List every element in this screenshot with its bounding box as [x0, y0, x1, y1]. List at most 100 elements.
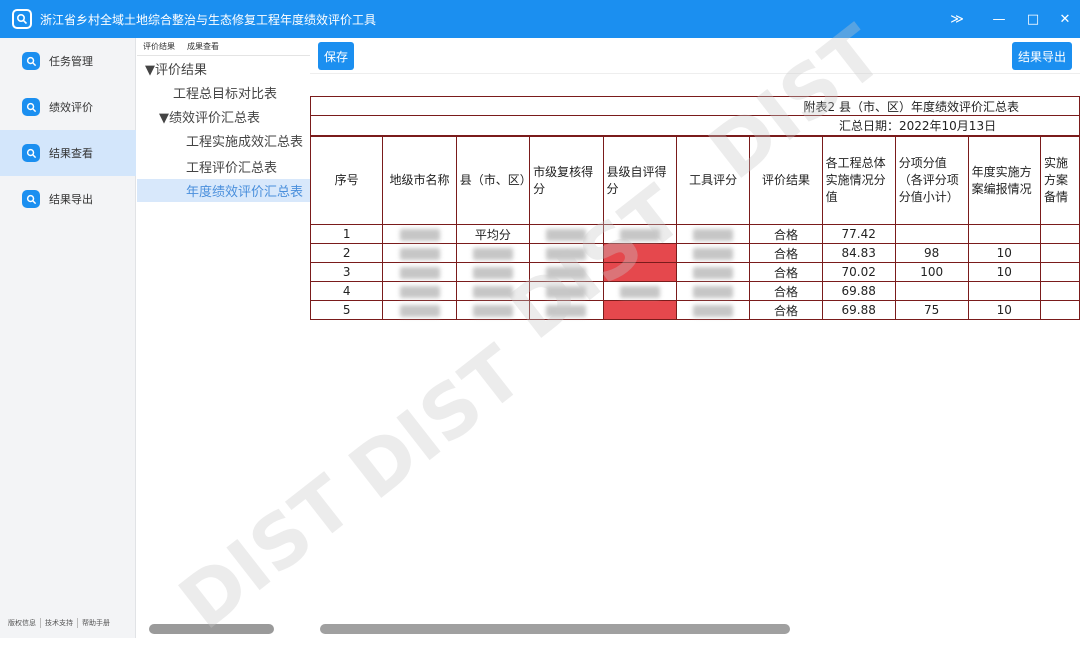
- cell-filing: [1039, 281, 1080, 301]
- tree-panel: 评价结果 成果查看 ▼评价结果 工程总目标对比表 ▼绩效评价汇总表 工程实施成效…: [137, 38, 310, 638]
- tree-node-evaluation-summary[interactable]: 工程评价汇总表: [137, 155, 310, 178]
- cell-city-score: [529, 262, 604, 282]
- help-manual-link[interactable]: 帮助手册: [78, 618, 114, 628]
- cell-self-score: [602, 243, 677, 263]
- copyright-link[interactable]: 版权信息: [4, 618, 41, 628]
- close-button[interactable]: ✕: [1048, 0, 1080, 38]
- nav-label: 任务管理: [49, 55, 93, 68]
- table-row[interactable]: 1 平均分 合格 77.42: [309, 224, 1080, 244]
- cell-city: [382, 300, 457, 320]
- cell-subitem: [894, 224, 969, 244]
- tree-scrollbar[interactable]: [149, 624, 274, 634]
- cell-county: [455, 243, 531, 263]
- cell-result: 合格: [749, 262, 823, 282]
- tree-node-target-comparison[interactable]: 工程总目标对比表: [137, 81, 310, 104]
- window-title: 浙江省乡村全域土地综合整治与生态修复工程年度绩效评价工具: [40, 12, 377, 27]
- table-row[interactable]: 5 合格 69.88 75 10: [309, 300, 1080, 320]
- cell-self-score: [602, 281, 677, 301]
- cell-city: [382, 281, 457, 301]
- cell-tool-score: [675, 262, 751, 282]
- tree-tabs: 评价结果 成果查看: [137, 38, 310, 56]
- collapse-icon[interactable]: ≫: [940, 0, 974, 38]
- cell-filing: [1039, 262, 1080, 282]
- nav-item-result-view[interactable]: 结果查看: [0, 130, 136, 176]
- cell-city: [382, 243, 457, 263]
- tree-node-annual-summary[interactable]: 年度绩效评价汇总表: [137, 179, 310, 202]
- title-bar: 浙江省乡村全域土地综合整治与生态修复工程年度绩效评价工具 ≫ — □ ✕: [0, 0, 1080, 38]
- tech-support-link[interactable]: 技术支持: [41, 618, 78, 628]
- cell-result: 合格: [749, 243, 823, 263]
- cell-plan: [967, 281, 1041, 301]
- cell-overall: 69.88: [821, 281, 896, 301]
- cell-subitem: 75: [894, 300, 969, 320]
- cell-tool-score: [675, 224, 751, 244]
- app-logo-icon: [12, 9, 32, 29]
- header-county: 县（市、区）: [455, 136, 532, 225]
- cell-city: [382, 224, 457, 244]
- footer-links: 版权信息 技术支持 帮助手册: [4, 618, 114, 628]
- cell-city-score: [529, 281, 604, 301]
- tree-node-implementation-summary[interactable]: 工程实施成效汇总表: [137, 129, 310, 152]
- cell-tool-score: [675, 281, 751, 301]
- cell-county: [455, 281, 531, 301]
- header-subitem-score: 分项分值（各评分项分值小计）: [894, 136, 969, 225]
- cell-subitem: [894, 281, 969, 301]
- header-overall-score: 各工程总体实施情况分值: [821, 136, 896, 225]
- cell-index: 5: [309, 300, 384, 320]
- report-date: 汇总日期：2022年10月13日: [310, 116, 1080, 136]
- nav-item-result-export[interactable]: 结果导出: [0, 176, 136, 222]
- cell-self-score: [602, 224, 677, 244]
- header-index: 序号: [309, 136, 384, 225]
- toolbar: 保存 结果导出: [310, 38, 1080, 74]
- nav-label: 结果导出: [49, 193, 93, 206]
- cell-plan: 10: [967, 243, 1041, 263]
- tree-node-performance-summary[interactable]: ▼绩效评价汇总表: [137, 105, 310, 128]
- save-button[interactable]: 保存: [318, 42, 354, 70]
- left-navigation: 任务管理 绩效评价 结果查看 结果导出 版权信息 技术支持 帮助手册: [0, 38, 136, 638]
- tab-outcome-view[interactable]: 成果查看: [187, 41, 219, 52]
- cell-plan: 10: [967, 300, 1041, 320]
- nav-item-performance-evaluation[interactable]: 绩效评价: [0, 84, 136, 130]
- cell-overall: 84.83: [821, 243, 896, 263]
- table-row[interactable]: 3 合格 70.02 100 10: [309, 262, 1080, 282]
- cell-county: [455, 262, 531, 282]
- table-row[interactable]: 4 合格 69.88: [309, 281, 1080, 301]
- cell-index: 1: [309, 224, 384, 244]
- header-city: 地级市名称: [382, 136, 457, 225]
- table-row[interactable]: 2 合格 84.83 98 10: [309, 243, 1080, 263]
- cell-city-score: [529, 243, 604, 263]
- report-title: 附表2 县（市、区）年度绩效评价汇总表: [310, 96, 1080, 116]
- cell-self-score: [602, 300, 677, 320]
- main-scrollbar[interactable]: [320, 624, 790, 634]
- cell-index: 3: [309, 262, 384, 282]
- cell-city: [382, 262, 457, 282]
- search-icon: [22, 144, 40, 162]
- header-result: 评价结果: [749, 136, 823, 225]
- report-sheet: 附表2 县（市、区）年度绩效评价汇总表 汇总日期：2022年10月13日 序号 …: [309, 96, 1080, 320]
- cell-overall: 70.02: [821, 262, 896, 282]
- header-tool-score: 工具评分: [675, 136, 751, 225]
- cell-subitem: 98: [894, 243, 969, 263]
- cell-tool-score: [675, 243, 751, 263]
- cell-county: 平均分: [455, 224, 531, 244]
- nav-label: 绩效评价: [49, 101, 93, 114]
- minimize-button[interactable]: —: [982, 0, 1016, 38]
- cell-overall: 69.88: [821, 300, 896, 320]
- cell-self-score: [602, 262, 677, 282]
- maximize-button[interactable]: □: [1016, 0, 1050, 38]
- header-plan-filing: 实施方案备情: [1039, 136, 1080, 225]
- cell-subitem: 100: [894, 262, 969, 282]
- report-table: 序号 地级市名称 县（市、区） 市级复核得分 县级自评得分 工具评分 评价结果 …: [309, 136, 1080, 320]
- tab-evaluation-results[interactable]: 评价结果: [143, 41, 175, 52]
- cell-filing: [1039, 224, 1080, 244]
- nav-item-task-management[interactable]: 任务管理: [0, 38, 136, 84]
- cell-city-score: [529, 300, 604, 320]
- cell-overall: 77.42: [821, 224, 896, 244]
- cell-result: 合格: [749, 281, 823, 301]
- tree-node-evaluation-results[interactable]: ▼评价结果: [137, 57, 310, 80]
- cell-filing: [1039, 243, 1080, 263]
- cell-tool-score: [675, 300, 751, 320]
- header-city-review-score: 市级复核得分: [529, 136, 604, 225]
- export-button[interactable]: 结果导出: [1012, 42, 1072, 70]
- cell-plan: 10: [967, 262, 1041, 282]
